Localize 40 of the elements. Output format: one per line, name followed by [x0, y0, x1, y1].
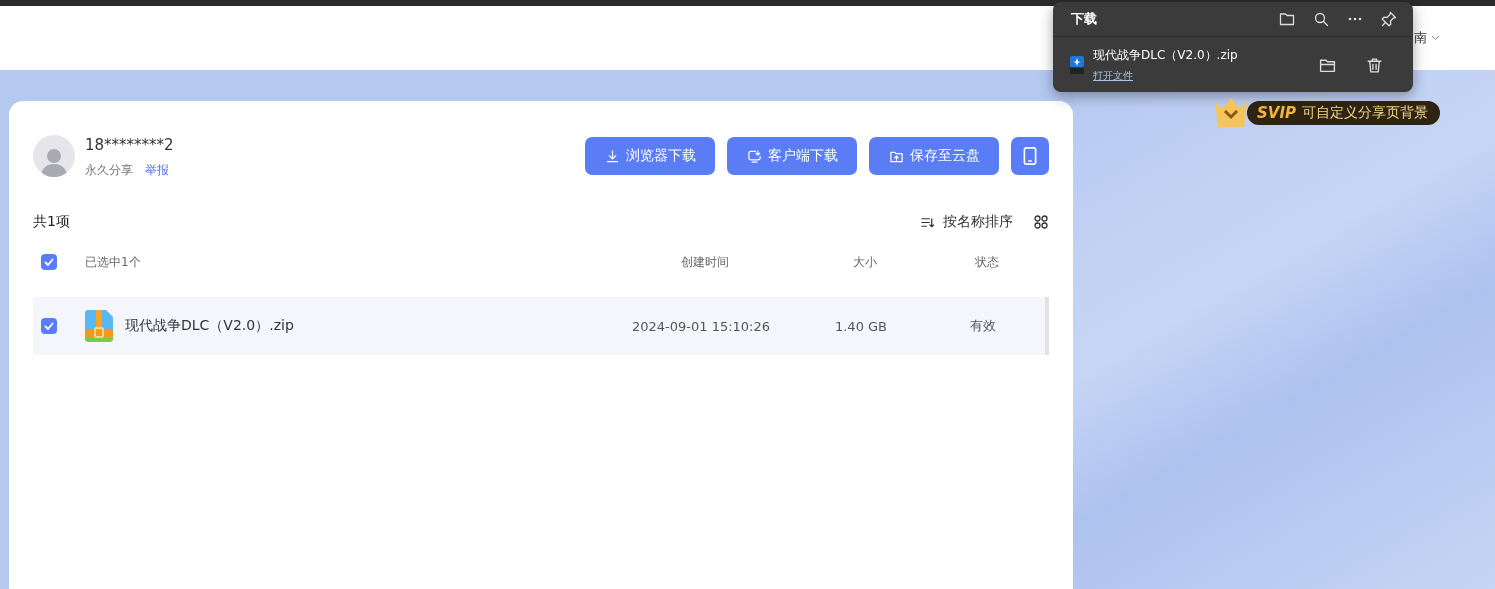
download-file-name: 现代战争DLC（V2.0）.zip: [1093, 47, 1239, 64]
selection-count: 已选中1个: [85, 253, 142, 271]
crown-icon: [1213, 97, 1249, 129]
column-header: 大小: [852, 253, 878, 271]
item-count: 共1项: [33, 213, 70, 231]
svip-banner[interactable]: SVIP 可自定义分享页背景: [1247, 101, 1440, 125]
file-name: 现代战争DLC（V2.0）.zip: [125, 317, 294, 335]
check-icon: [44, 258, 54, 266]
file-row[interactable]: 现代战争DLC（V2.0）.zip 2024-09-01 15:10:26 1.40 GB 有效: [33, 297, 1049, 355]
zip-file-icon: [1069, 56, 1085, 74]
checkbox[interactable]: [41, 318, 57, 334]
column-header: 状态: [974, 253, 1000, 271]
grid-view-icon: [1033, 214, 1049, 230]
delete-icon: [1366, 56, 1383, 74]
monitor-download-icon: [746, 148, 762, 164]
sort-button[interactable]: 按名称排序: [920, 213, 1013, 231]
chevron-down-icon: [1431, 35, 1440, 41]
folder-icon: [1279, 11, 1295, 27]
pin-icon: [1381, 11, 1397, 27]
client-button[interactable]: 客户端下载: [727, 137, 857, 175]
created-time: 2024-09-01 15:10:26: [630, 318, 772, 334]
zip-file-icon: [85, 310, 113, 342]
nav-link[interactable]: 南: [1414, 29, 1440, 47]
user-name: 18********2: [85, 136, 174, 154]
file-status: 有效: [969, 317, 997, 335]
save-button[interactable]: 保存至云盘: [869, 137, 999, 175]
checkbox[interactable]: [41, 254, 57, 270]
download-button[interactable]: 浏览器下载: [585, 137, 715, 175]
file-size: 1.40 GB: [833, 318, 889, 334]
share-type: 永久分享: [85, 162, 133, 179]
check-icon: [44, 322, 54, 330]
download-icon: [604, 148, 620, 164]
column-header: 创建时间: [680, 253, 730, 271]
search-icon: [1313, 11, 1329, 27]
folder-icon: [1319, 56, 1336, 74]
open-file-link[interactable]: 打开文件: [1093, 69, 1133, 83]
avatar: [33, 135, 75, 177]
mobile-button[interactable]: [1011, 137, 1049, 175]
report-link[interactable]: 举报: [145, 162, 169, 179]
panel-title: 下载: [1071, 10, 1097, 28]
